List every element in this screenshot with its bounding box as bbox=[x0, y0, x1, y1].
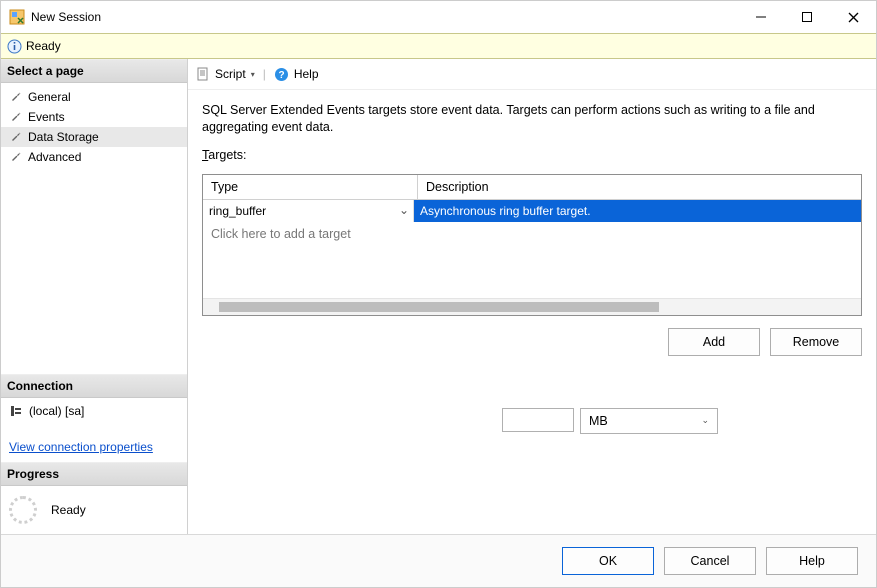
size-input-row: MB ⌄ bbox=[502, 408, 862, 434]
sidebar-item-general[interactable]: General bbox=[1, 87, 187, 107]
maximize-button[interactable] bbox=[784, 1, 830, 33]
new-session-window: New Session Ready Select a page General bbox=[0, 0, 877, 588]
connection-text: (local) [sa] bbox=[29, 404, 84, 418]
sidebar-item-label: Data Storage bbox=[28, 130, 99, 144]
cancel-button[interactable]: Cancel bbox=[664, 547, 756, 575]
sidebar-item-advanced[interactable]: Advanced bbox=[1, 147, 187, 167]
info-icon bbox=[7, 39, 22, 54]
sidebar-item-label: Advanced bbox=[28, 150, 81, 164]
sidebar-item-events[interactable]: Events bbox=[1, 107, 187, 127]
server-icon bbox=[9, 404, 23, 418]
size-value-input[interactable] bbox=[502, 408, 574, 432]
target-type-cell[interactable]: ring_buffer ⌄ bbox=[203, 200, 414, 222]
wrench-icon bbox=[9, 90, 23, 104]
progress-spinner-icon bbox=[9, 496, 37, 524]
size-unit-value: MB bbox=[589, 414, 608, 428]
targets-grid: Type Description ring_buffer ⌄ Asynchron… bbox=[202, 174, 862, 316]
add-button[interactable]: Add bbox=[668, 328, 760, 356]
add-target-placeholder[interactable]: Click here to add a target bbox=[203, 222, 861, 246]
chevron-down-icon[interactable]: ⌄ bbox=[399, 203, 409, 217]
target-description-cell: Asynchronous ring buffer target. bbox=[414, 200, 861, 222]
sidebar-item-label: General bbox=[28, 90, 71, 104]
wrench-icon bbox=[9, 150, 23, 164]
minimize-button[interactable] bbox=[738, 1, 784, 33]
content: SQL Server Extended Events targets store… bbox=[188, 90, 876, 534]
dialog-footer: OK Cancel Help bbox=[1, 534, 876, 587]
column-header-description[interactable]: Description bbox=[418, 175, 861, 199]
help-icon: ? bbox=[274, 67, 289, 82]
targets-label: TTargets:argets: bbox=[202, 148, 862, 162]
scrollbar-thumb[interactable] bbox=[219, 302, 659, 312]
main-panel: Script ▾ | ? Help SQL Server Extended Ev… bbox=[188, 59, 876, 534]
connection-info: (local) [sa] bbox=[1, 398, 187, 424]
size-unit-select[interactable]: MB ⌄ bbox=[580, 408, 718, 434]
help-label: Help bbox=[294, 67, 319, 81]
script-icon bbox=[196, 67, 210, 81]
sidebar: Select a page General Events Data Storag… bbox=[1, 59, 188, 534]
close-button[interactable] bbox=[830, 1, 876, 33]
help-button[interactable]: Help bbox=[766, 547, 858, 575]
chevron-down-icon: ⌄ bbox=[701, 415, 709, 426]
remove-button[interactable]: Remove bbox=[770, 328, 862, 356]
svg-text:?: ? bbox=[278, 70, 284, 81]
script-button[interactable]: Script ▾ bbox=[196, 67, 255, 81]
sidebar-item-data-storage[interactable]: Data Storage bbox=[1, 127, 187, 147]
view-connection-properties-link[interactable]: View connection properties bbox=[9, 440, 153, 454]
progress-header: Progress bbox=[1, 462, 187, 486]
table-row[interactable]: ring_buffer ⌄ Asynchronous ring buffer t… bbox=[203, 200, 861, 222]
titlebar: New Session bbox=[1, 1, 876, 33]
dialog-body: Select a page General Events Data Storag… bbox=[1, 59, 876, 534]
window-title: New Session bbox=[31, 10, 738, 24]
app-icon bbox=[9, 9, 25, 25]
wrench-icon bbox=[9, 110, 23, 124]
toolbar-separator: | bbox=[263, 67, 266, 81]
page-nav: General Events Data Storage Advanced bbox=[1, 83, 187, 175]
horizontal-scrollbar[interactable] bbox=[203, 298, 861, 315]
targets-header-row: Type Description bbox=[203, 175, 861, 200]
target-type-value: ring_buffer bbox=[209, 204, 266, 218]
progress-text: Ready bbox=[51, 503, 86, 517]
ok-button[interactable]: OK bbox=[562, 547, 654, 575]
toolbar: Script ▾ | ? Help bbox=[188, 59, 876, 90]
script-label: Script bbox=[215, 67, 246, 81]
chevron-down-icon: ▾ bbox=[251, 70, 255, 79]
status-text: Ready bbox=[26, 39, 61, 53]
connection-header: Connection bbox=[1, 374, 187, 398]
window-controls bbox=[738, 1, 876, 33]
column-header-type[interactable]: Type bbox=[203, 175, 418, 199]
status-strip: Ready bbox=[1, 33, 876, 59]
page-description: SQL Server Extended Events targets store… bbox=[202, 102, 862, 136]
wrench-icon bbox=[9, 130, 23, 144]
progress-body: Ready bbox=[1, 486, 187, 534]
select-page-header: Select a page bbox=[1, 59, 187, 83]
sidebar-item-label: Events bbox=[28, 110, 65, 124]
help-button[interactable]: ? Help bbox=[274, 67, 319, 82]
